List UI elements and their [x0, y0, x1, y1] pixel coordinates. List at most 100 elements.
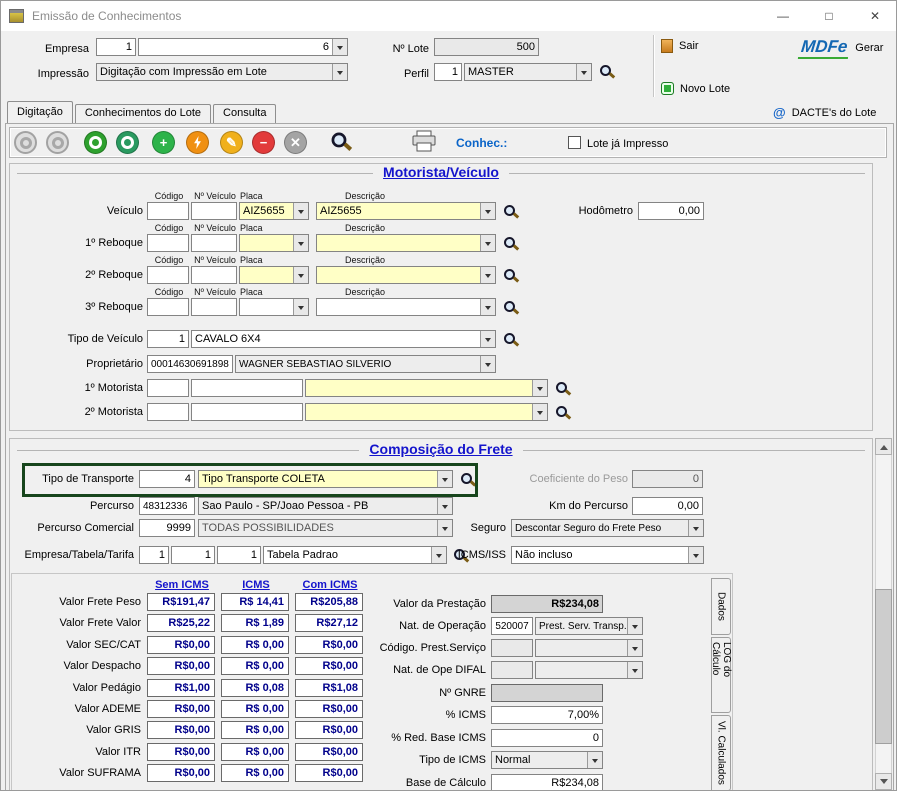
side-tab-dados[interactable]: Dados	[711, 578, 731, 635]
chevron-down-icon[interactable]	[627, 640, 642, 656]
tarifa-field[interactable]: 1	[217, 546, 261, 564]
valor-cell[interactable]: R$0,00	[147, 743, 215, 761]
add-button[interactable]: +	[152, 131, 175, 154]
reboque1-search-icon[interactable]	[503, 236, 519, 252]
chevron-down-icon[interactable]	[332, 64, 347, 80]
chevron-down-icon[interactable]	[688, 547, 703, 563]
record-nav-button-2[interactable]	[46, 131, 69, 154]
seguro-combo[interactable]: Descontar Seguro do Frete Peso	[511, 519, 704, 537]
chevron-down-icon[interactable]	[480, 203, 495, 219]
chevron-down-icon[interactable]	[431, 547, 446, 563]
base-calculo-field[interactable]: R$234,08	[491, 774, 603, 791]
chevron-down-icon[interactable]	[576, 64, 591, 80]
post-button[interactable]	[116, 131, 139, 154]
veiculo-num-field[interactable]	[191, 202, 237, 220]
chevron-down-icon[interactable]	[532, 380, 547, 396]
edit-button[interactable]: ✎	[220, 131, 243, 154]
valor-cell[interactable]: R$27,12	[295, 614, 363, 632]
perfil-search-icon[interactable]	[599, 64, 615, 80]
nat-difal-combo[interactable]	[535, 661, 643, 679]
chevron-down-icon[interactable]	[480, 331, 495, 347]
valor-cell[interactable]: R$ 0,00	[221, 657, 289, 675]
valor-cell[interactable]: R$0,00	[295, 721, 363, 739]
tipo-transporte-combo[interactable]: Tipo Transporte COLETA	[198, 470, 453, 488]
cancel-button[interactable]: ✕	[284, 131, 307, 154]
empresa-code-field[interactable]: 1	[96, 38, 136, 56]
reboque1-num-field[interactable]	[191, 234, 237, 252]
tabela-field[interactable]: 1	[171, 546, 215, 564]
cod-prest-servico-combo[interactable]	[535, 639, 643, 657]
veiculo-search-icon[interactable]	[503, 204, 519, 220]
scrollbar-thumb[interactable]	[875, 589, 892, 744]
veiculo-codigo-field[interactable]	[147, 202, 189, 220]
motorista1-codigo-field[interactable]	[147, 379, 189, 397]
tab-consulta[interactable]: Consulta	[213, 104, 276, 123]
perfil-combo[interactable]: MASTER	[464, 63, 592, 81]
motorista1-search-icon[interactable]	[555, 381, 571, 397]
valor-cell[interactable]: R$ 1,89	[221, 614, 289, 632]
hodometro-field[interactable]: 0,00	[638, 202, 704, 220]
reboque2-num-field[interactable]	[191, 266, 237, 284]
valor-cell[interactable]: R$ 0,00	[221, 636, 289, 654]
chevron-down-icon[interactable]	[293, 267, 308, 283]
tipo-veiculo-code-field[interactable]: 1	[147, 330, 189, 348]
sair-button[interactable]: Sair	[661, 39, 699, 53]
search-icon[interactable]	[330, 131, 352, 153]
impressao-combo[interactable]: Digitação com Impressão em Lote	[96, 63, 348, 81]
empresa-field[interactable]: 1	[139, 546, 169, 564]
tab-conhecimentos-do-lote[interactable]: Conhecimentos do Lote	[75, 104, 211, 123]
gerar-button[interactable]: MDFe Gerar	[799, 37, 883, 59]
valor-cell[interactable]: R$205,88	[295, 593, 363, 611]
lote-ja-impresso-checkbox[interactable]	[568, 136, 581, 149]
dactes-button[interactable]: @ DACTE's do Lote	[773, 105, 876, 120]
percurso-comercial-code-field[interactable]: 9999	[139, 519, 195, 537]
reboque2-codigo-field[interactable]	[147, 266, 189, 284]
delete-button[interactable]: −	[252, 131, 275, 154]
valor-cell[interactable]: R$ 0,00	[221, 743, 289, 761]
valor-cell[interactable]: R$1,00	[147, 679, 215, 697]
chevron-down-icon[interactable]	[480, 267, 495, 283]
km-percurso-field[interactable]: 0,00	[632, 497, 703, 515]
chevron-down-icon[interactable]	[437, 520, 452, 536]
valor-cell[interactable]: R$0,00	[295, 700, 363, 718]
valor-cell[interactable]: R$0,00	[295, 743, 363, 761]
motorista2-search-icon[interactable]	[555, 405, 571, 421]
calculate-button[interactable]	[186, 131, 209, 154]
icms-pct-field[interactable]: 7,00%	[491, 706, 603, 724]
veiculo-descricao-combo[interactable]: AIZ5655	[316, 202, 496, 220]
side-tab-log-do-calculo[interactable]: LOG do Cálculo	[711, 637, 731, 713]
chevron-down-icon[interactable]	[688, 520, 703, 536]
chevron-down-icon[interactable]	[293, 235, 308, 251]
nat-operacao-code-field[interactable]: 520007	[491, 617, 533, 635]
tipo-veiculo-search-icon[interactable]	[503, 332, 519, 348]
reboque1-placa-combo[interactable]	[239, 234, 309, 252]
reboque3-placa-combo[interactable]	[239, 298, 309, 316]
valor-cell[interactable]: R$0,00	[147, 657, 215, 675]
record-nav-button-1[interactable]	[14, 131, 37, 154]
novo-lote-button[interactable]: Novo Lote	[661, 82, 730, 95]
valor-cell[interactable]: R$ 0,00	[221, 700, 289, 718]
chevron-down-icon[interactable]	[480, 356, 495, 372]
num-lote-field[interactable]: 500	[434, 38, 539, 56]
valor-cell[interactable]: R$ 0,00	[221, 721, 289, 739]
tipo-transporte-search-icon[interactable]	[460, 472, 476, 488]
motorista2-doc-field[interactable]	[191, 403, 303, 421]
cod-prest-servico-field[interactable]	[491, 639, 533, 657]
chevron-down-icon[interactable]	[293, 299, 308, 315]
motorista1-doc-field[interactable]	[191, 379, 303, 397]
reboque3-search-icon[interactable]	[503, 300, 519, 316]
tab-digitacao[interactable]: Digitação	[7, 101, 73, 123]
proprietario-combo[interactable]: WAGNER SEBASTIAO SILVERIO	[235, 355, 496, 373]
valor-cell[interactable]: R$0,00	[295, 657, 363, 675]
valor-cell[interactable]: R$0,00	[147, 721, 215, 739]
percurso-comercial-combo[interactable]: TODAS POSSIBILIDADES	[198, 519, 453, 537]
chevron-down-icon[interactable]	[480, 235, 495, 251]
chevron-down-icon[interactable]	[437, 498, 452, 514]
print-button[interactable]	[411, 130, 437, 156]
veiculo-placa-combo[interactable]: AIZ5655	[239, 202, 309, 220]
valor-cell[interactable]: R$ 0,08	[221, 679, 289, 697]
reboque3-descricao-combo[interactable]	[316, 298, 496, 316]
empresa-combo[interactable]: 6	[138, 38, 348, 56]
chevron-down-icon[interactable]	[532, 404, 547, 420]
motorista2-codigo-field[interactable]	[147, 403, 189, 421]
